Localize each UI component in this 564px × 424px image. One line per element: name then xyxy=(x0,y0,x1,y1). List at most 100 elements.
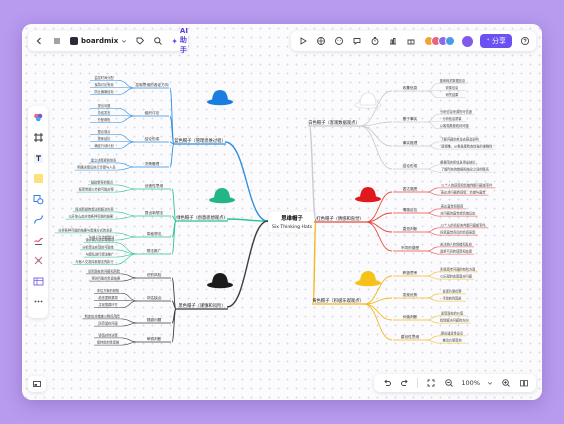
table-icon[interactable] xyxy=(32,275,44,287)
red-leaf-label[interactable]: 以个人的喜好来判断问题或事件 xyxy=(441,222,486,227)
green-leaf-label[interactable]: 鼓励新奇的观点 xyxy=(91,179,114,184)
red-item-label[interactable]: 直觉判断 xyxy=(403,226,418,231)
yellow-leaf-label[interactable]: 以乐观的态度面对问题 xyxy=(440,274,473,279)
ai-palette-icon[interactable] xyxy=(32,111,44,123)
white-item-label[interactable]: 事实推理 xyxy=(403,140,418,145)
red-item-label[interactable]: 不同的感受 xyxy=(401,245,420,250)
blue-leaf-label[interactable]: 保持讨论有效 xyxy=(94,82,114,87)
red-branch-label[interactable]: 红色帽子（情感和直觉） xyxy=(316,215,363,222)
blue-leaf-label[interactable]: 总结发言 xyxy=(98,110,112,115)
vote-icon[interactable] xyxy=(387,36,398,47)
yellow-leaf-label[interactable]: 推动方案落地 xyxy=(442,338,462,343)
collaborator-avatars[interactable] xyxy=(424,36,456,46)
search-icon[interactable] xyxy=(153,36,163,47)
green-item-label[interactable]: 创造性思维 xyxy=(145,183,164,188)
book-icon[interactable] xyxy=(518,378,529,389)
blue-leaf-label[interactable]: 提出问题 xyxy=(98,103,112,108)
green-hat-icon[interactable] xyxy=(209,188,235,204)
yellow-leaf-label[interactable]: 积极思考问题的有利方面 xyxy=(440,266,475,271)
green-leaf-label[interactable]: 分析想法实现的可能性 xyxy=(82,244,115,249)
red-leaf-label[interactable]: 表达对问题的感受、情绪与直觉 xyxy=(441,190,486,195)
green-item-label[interactable]: 想法推广 xyxy=(147,248,162,253)
blue-leaf-label[interactable]: 确定行动计划 xyxy=(94,143,113,148)
text-icon[interactable] xyxy=(32,152,44,164)
black-leaf-label[interactable]: 防范潜在问题 xyxy=(98,321,118,326)
black-item-label[interactable]: 识别风险 xyxy=(147,272,162,277)
yellow-leaf-label[interactable]: 提出建设性意见 xyxy=(441,330,464,335)
minimap-toggle[interactable] xyxy=(28,376,46,392)
yellow-item-label[interactable]: 价值判断 xyxy=(403,314,418,319)
play-icon[interactable] xyxy=(297,36,308,47)
green-leaf-label[interactable]: 以开放心态对待各种可能的结果 xyxy=(68,214,113,219)
white-leaf-label[interactable]: 根据事实和信息得出结论 xyxy=(440,159,476,164)
white-branch-label[interactable]: 白色帽子（客观数据观点） xyxy=(308,119,360,126)
red-leaf-label[interactable]: 表达直觉和预感 xyxy=(441,203,464,208)
blue-leaf-label[interactable]: 明确决策后执行步骤与人员 xyxy=(77,165,115,170)
red-item-label[interactable]: 表达感受 xyxy=(403,186,418,191)
green-item-label[interactable]: 探索想法 xyxy=(147,231,162,236)
yellow-hat-icon[interactable] xyxy=(355,271,381,287)
green-leaf-label[interactable]: 分析各种可能的结果与思维方式的关系 xyxy=(58,227,112,232)
blue-leaf-label[interactable]: 监控时间分配 xyxy=(94,75,114,80)
green-branch-label[interactable]: 绿色帽子（创意思想观点） xyxy=(176,214,228,221)
blue-branch-label[interactable]: 蓝色帽子（管理思维过程） xyxy=(174,137,226,144)
blue-leaf-label[interactable]: 提炼结论 xyxy=(98,136,112,141)
zoom-out-icon[interactable] xyxy=(443,378,454,389)
yellow-item-label[interactable]: 积极思考 xyxy=(403,270,418,275)
white-leaf-label[interactable]: 分析信息质量 xyxy=(442,116,462,121)
white-leaf-label[interactable]: 了解问题的来龙去脉及影响 xyxy=(440,136,478,141)
template-icon[interactable] xyxy=(315,36,326,47)
share-button[interactable]: ⁺ 分享 xyxy=(480,34,512,48)
blue-item-label[interactable]: 组织讨论 xyxy=(145,110,160,115)
redo-icon[interactable] xyxy=(399,378,410,389)
zoom-in-icon[interactable] xyxy=(500,378,511,389)
white-leaf-label[interactable]: 搜索相关数据信息 xyxy=(440,78,466,83)
red-leaf-label[interactable]: 尊重不同的感受和态度 xyxy=(440,249,473,254)
green-leaf-label[interactable]: 与他人交流探索想法的执行 xyxy=(75,259,114,264)
white-leaf-label[interactable]: 以客观角度看待问题 xyxy=(440,123,469,128)
blue-leaf-label[interactable]: 防止偏离目标 xyxy=(94,89,114,94)
comment-icon[interactable] xyxy=(351,36,362,47)
help-icon[interactable] xyxy=(519,36,530,47)
undo-icon[interactable] xyxy=(381,378,392,389)
gift-icon[interactable] xyxy=(405,36,416,47)
ai-assistant-button[interactable]: ✦ AI助手 xyxy=(171,27,188,55)
black-item-label[interactable]: 规避问题 xyxy=(147,317,162,322)
timer-icon[interactable] xyxy=(369,36,380,47)
white-item-label[interactable]: 收集信息 xyxy=(403,85,418,90)
red-item-label[interactable]: 情感反应 xyxy=(403,207,418,212)
black-item-label[interactable]: 评估缺点 xyxy=(147,295,162,300)
yellow-leaf-label[interactable]: 找到解决问题的方向 xyxy=(440,318,469,323)
black-hat-icon[interactable] xyxy=(207,273,233,289)
shape-icon[interactable] xyxy=(32,193,44,205)
fit-screen-icon[interactable] xyxy=(425,378,436,389)
black-branch-label[interactable]: 黑色帽子（谨慎和风险） xyxy=(178,302,225,309)
blue-leaf-label[interactable]: 整合观点 xyxy=(98,129,112,134)
white-leaf-label[interactable]: 收集信息 xyxy=(446,85,459,90)
black-leaf-label[interactable]: 识别潜在的问题和风险 xyxy=(88,268,121,273)
yellow-item-label[interactable]: 建设性思维 xyxy=(401,334,420,339)
more-icon[interactable] xyxy=(32,296,44,308)
red-leaf-label[interactable]: 关注他人的情绪和反应 xyxy=(440,241,473,246)
sticky-note-icon[interactable] xyxy=(32,173,44,185)
frame-icon[interactable] xyxy=(32,132,44,144)
chevron-down-icon[interactable] xyxy=(487,378,493,389)
red-leaf-label[interactable]: 以个人的感受和情绪判断问题或事件 xyxy=(441,182,493,187)
white-leaf-label[interactable]: 了解所有的数据和结论之间的联系 xyxy=(441,167,489,172)
emoji-icon[interactable] xyxy=(333,36,344,47)
menu-icon[interactable] xyxy=(52,36,62,47)
green-leaf-label[interactable]: 提出新颖的想法和解决方案 xyxy=(75,206,114,211)
black-leaf-label[interactable]: 谨慎对待决策 xyxy=(98,332,118,337)
yellow-leaf-label[interactable]: 发现潜在的价值 xyxy=(441,310,464,315)
white-item-label[interactable]: 结论形成 xyxy=(403,163,418,168)
brand-selector[interactable]: boardmix xyxy=(70,36,127,47)
white-leaf-label[interactable]: 逻辑推，从各角度检查信息的准确性 xyxy=(441,144,493,149)
yellow-leaf-label[interactable]: 寻找有利因素 xyxy=(442,296,462,301)
white-leaf-label[interactable]: 分析信息来源的可信度 xyxy=(440,109,473,114)
black-leaf-label[interactable]: 寻找薄弱环节 xyxy=(98,302,118,307)
black-leaf-label[interactable]: 评估方案的缺陷 xyxy=(97,288,119,293)
black-leaf-label[interactable]: 检查逻辑漏洞 xyxy=(98,295,117,300)
blue-item-label[interactable]: 结论形成 xyxy=(145,136,160,141)
red-leaf-label[interactable]: 对问题的直觉或情绪反应 xyxy=(440,211,476,216)
white-leaf-label[interactable]: 研究结果 xyxy=(446,92,460,97)
